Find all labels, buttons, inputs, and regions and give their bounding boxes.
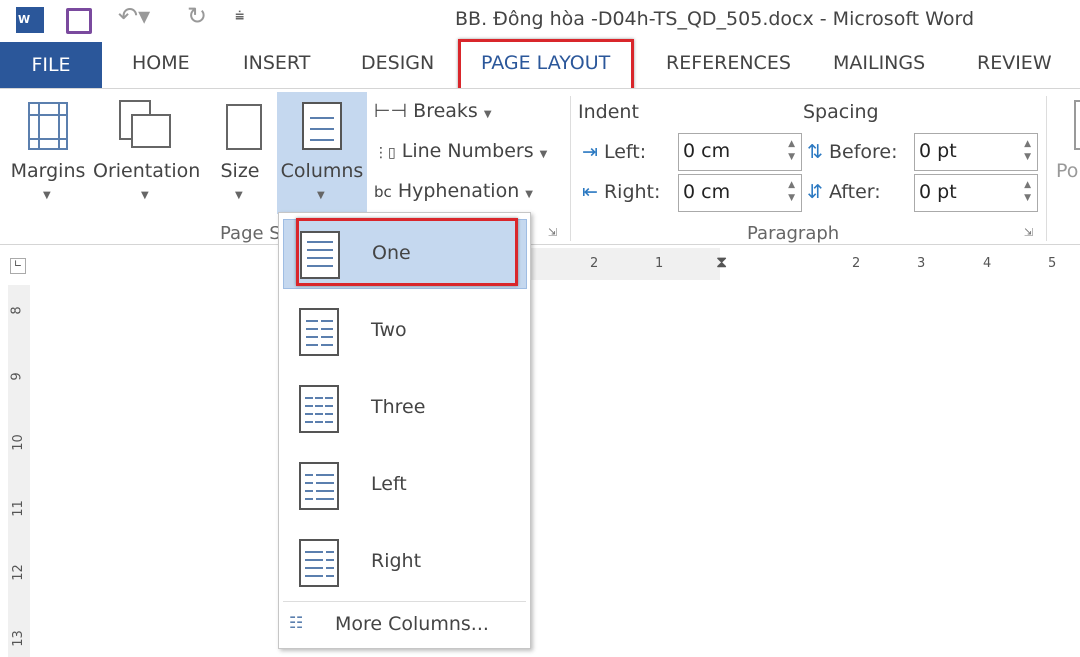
ruler-tick-label: 2	[852, 256, 861, 271]
customize-icon[interactable]: ⩧	[235, 6, 244, 26]
page-setup-launcher-icon[interactable]: ⇲	[548, 226, 557, 239]
ruler-tick-label: 10	[10, 434, 26, 451]
breaks-button[interactable]: ⊢⊣ Breaks ▼	[374, 100, 492, 122]
ruler-tick-label: 13	[10, 630, 26, 647]
spacing-after-label: After:	[828, 181, 881, 203]
horizontal-ruler-right[interactable]: 2 3 4 5	[792, 248, 1080, 280]
undo-icon[interactable]: ↶▾	[118, 2, 150, 30]
size-button[interactable]: Size ▼	[212, 96, 268, 211]
chevron-down-icon: ▼	[43, 190, 51, 201]
menu-item-label: Two	[371, 319, 407, 341]
indent-left-label: Left:	[603, 141, 647, 163]
ruler-tick-label: 5	[1048, 256, 1057, 271]
orientation-page-icon	[131, 114, 171, 148]
highlight-box	[458, 39, 634, 93]
spacing-before-label: Before:	[828, 141, 898, 163]
spacing-before-icon: ⇅	[807, 141, 823, 163]
menu-item-label: Right	[371, 550, 422, 572]
margins-button[interactable]: Margins ▼	[6, 96, 90, 211]
menu-item-right[interactable]: Right	[283, 528, 527, 598]
tab-insert[interactable]: INSERT	[243, 52, 310, 74]
right-column-icon	[299, 539, 339, 587]
left-column-icon	[299, 462, 339, 510]
ruler-tick-label: 9	[9, 372, 25, 381]
columns-label: Columns	[280, 160, 364, 182]
tab-review[interactable]: REVIEW	[977, 52, 1052, 74]
menu-item-label: Three	[371, 396, 426, 418]
breaks-icon: ⊢⊣	[374, 100, 408, 122]
line-numbers-label: Line Numbers	[401, 140, 534, 162]
orientation-label: Orientation	[93, 160, 201, 182]
menu-item-left[interactable]: Left	[283, 451, 527, 521]
indent-right-label: Right:	[603, 181, 661, 203]
indent-left-input[interactable]: 0 cm ▲ ▼	[678, 133, 802, 171]
ruler-tick-label: 2	[590, 256, 599, 271]
indent-left-icon: ⇥	[582, 141, 598, 163]
ruler-tick-label: 12	[10, 564, 26, 581]
menu-item-label: Left	[371, 473, 407, 495]
spacing-before-input[interactable]: 0 pt ▲ ▼	[914, 133, 1038, 171]
vertical-ruler[interactable]: 8 9 10 11 12 13	[8, 285, 30, 657]
redo-icon[interactable]: ↻	[187, 2, 207, 30]
divider	[1046, 96, 1047, 241]
indent-marker-icon[interactable]: ⧗	[716, 252, 727, 272]
divider	[570, 96, 571, 241]
indent-right-icon: ⇤	[582, 181, 598, 203]
divider	[283, 601, 526, 602]
margins-icon	[28, 102, 68, 150]
paragraph-group-label: Paragraph	[747, 223, 840, 244]
position-icon	[1074, 100, 1080, 150]
position-label[interactable]: Po	[1056, 160, 1078, 182]
window-title: BB. Đông hòa -D04h-TS_QD_505.docx - Micr…	[455, 8, 975, 30]
tab-home[interactable]: HOME	[132, 52, 190, 74]
tab-file[interactable]: FILE	[0, 42, 102, 88]
spacing-label: Spacing	[803, 101, 879, 123]
word-logo-icon: W	[16, 7, 44, 33]
ruler-tick-label: 3	[917, 256, 926, 271]
menu-item-two[interactable]: Two	[283, 297, 527, 367]
size-icon	[226, 104, 262, 150]
highlight-box	[296, 218, 518, 286]
hyphenation-icon: bc	[374, 183, 392, 201]
more-columns-icon: ☷	[289, 613, 304, 632]
hyphenation-button[interactable]: bc Hyphenation ▼	[374, 180, 533, 202]
chevron-down-icon: ▼	[235, 190, 243, 201]
tab-selector-icon[interactable]: ∟	[10, 258, 26, 274]
margins-label: Margins	[10, 160, 86, 182]
three-columns-icon	[299, 385, 339, 433]
tab-design[interactable]: DESIGN	[361, 52, 434, 74]
ruler-tick-label: 11	[10, 500, 26, 517]
columns-button[interactable]: Columns ▼	[277, 96, 367, 211]
ruler-tick-label: 8	[9, 306, 25, 315]
horizontal-ruler-left[interactable]: 2 1	[530, 248, 720, 280]
indent-label: Indent	[578, 101, 639, 123]
line-numbers-button[interactable]: ⋮▯ Line Numbers ▼	[374, 140, 547, 162]
menu-item-three[interactable]: Three	[283, 374, 527, 444]
more-columns-button[interactable]: ☷ More Columns...	[283, 607, 527, 643]
more-columns-label: More Columns...	[335, 613, 489, 635]
tab-references[interactable]: REFERENCES	[666, 52, 791, 74]
two-columns-icon	[299, 308, 339, 356]
indent-right-input[interactable]: 0 cm ▲ ▼	[678, 174, 802, 212]
size-label: Size	[220, 160, 260, 182]
columns-icon	[302, 102, 342, 150]
paragraph-launcher-icon[interactable]: ⇲	[1024, 226, 1033, 239]
chevron-down-icon: ▼	[141, 190, 149, 201]
hyphenation-label: Hyphenation	[397, 180, 520, 202]
line-numbers-icon: ⋮▯	[374, 145, 396, 161]
spacing-after-input[interactable]: 0 pt ▲ ▼	[914, 174, 1038, 212]
page-setup-group-label: Page S	[220, 223, 281, 244]
chevron-down-icon: ▼	[317, 190, 325, 201]
tab-mailings[interactable]: MAILINGS	[833, 52, 925, 74]
breaks-label: Breaks	[413, 100, 478, 122]
save-icon[interactable]	[66, 8, 92, 34]
ruler-tick-label: 4	[983, 256, 992, 271]
spacing-after-icon: ⇵	[807, 181, 823, 203]
ruler-tick-label: 1	[655, 256, 664, 271]
orientation-button[interactable]: Orientation ▼	[93, 96, 201, 211]
